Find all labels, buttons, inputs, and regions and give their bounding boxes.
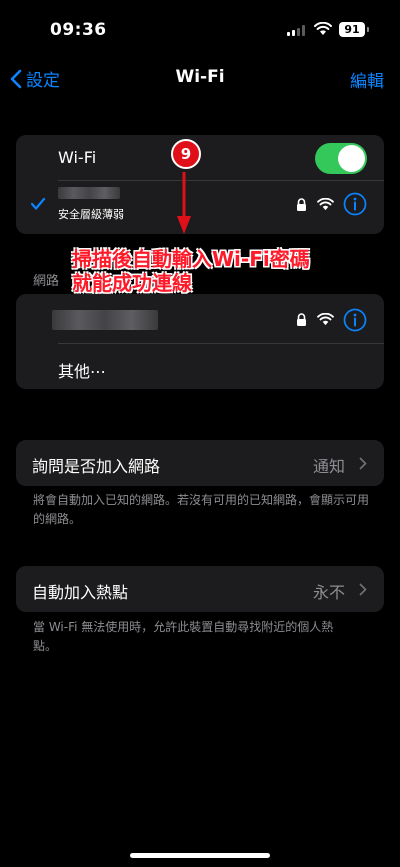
- auto-hotspot-label: 自動加入熱點: [32, 583, 129, 602]
- network-row[interactable]: [16, 294, 384, 344]
- network-name-redacted: [52, 310, 158, 330]
- lock-icon: [297, 313, 306, 326]
- annotation-text-line2: 就能成功連線: [72, 271, 192, 295]
- networks-card: 其他⋯: [16, 294, 384, 389]
- auto-hotspot-row[interactable]: 自動加入熱點 永不: [16, 566, 384, 612]
- ask-join-label: 詢問是否加入網路: [32, 457, 161, 476]
- lock-icon: [297, 198, 306, 211]
- home-indicator[interactable]: [130, 853, 270, 858]
- toggle-knob: [338, 145, 365, 172]
- chevron-right-icon: [359, 583, 367, 596]
- checkmark-icon: [30, 197, 46, 210]
- page-title: Wi-Fi: [175, 67, 225, 87]
- wifi-label: Wi-Fi: [58, 148, 97, 167]
- wifi-signal-icon: [317, 313, 334, 326]
- auto-hotspot-footer: 當 Wi-Fi 無法使用時，允許此裝置自動尋找附近的個人熱點。: [33, 620, 334, 653]
- ask-join-footer: 將會自動加入已知的網路。若沒有可用的已知網路，會顯示可用的網路。: [33, 493, 370, 526]
- network-name-redacted: [58, 187, 120, 199]
- arrow-down-icon: [177, 172, 191, 234]
- ask-join-row[interactable]: 詢問是否加入網路 通知: [16, 440, 384, 486]
- section-header-networks: 網路: [33, 274, 60, 289]
- annotation-text-line1: 掃描後自動輸入Wi-Fi密碼: [72, 247, 310, 271]
- battery-icon: 91: [339, 22, 365, 37]
- wifi-status-icon: [314, 22, 332, 35]
- ask-join-value: 通知: [313, 457, 346, 476]
- chevron-right-icon: [359, 457, 367, 470]
- battery-cap: [367, 27, 369, 32]
- edit-button[interactable]: 編輯: [350, 67, 384, 92]
- wifi-toggle[interactable]: [315, 143, 367, 174]
- info-icon[interactable]: [343, 192, 367, 216]
- wifi-signal-icon: [317, 198, 334, 211]
- security-warning: 安全層級薄弱: [58, 208, 124, 221]
- auto-hotspot-value: 永不: [313, 583, 346, 602]
- info-icon[interactable]: [343, 308, 367, 332]
- step-badge: 9: [171, 139, 201, 169]
- cellular-signal-icon: [287, 25, 305, 36]
- connected-network-row[interactable]: 安全層級薄弱: [16, 181, 384, 234]
- status-time: 09:36: [50, 20, 107, 40]
- battery-level: 91: [344, 23, 360, 36]
- divider: [58, 343, 384, 344]
- other-network-button[interactable]: 其他⋯: [58, 358, 106, 382]
